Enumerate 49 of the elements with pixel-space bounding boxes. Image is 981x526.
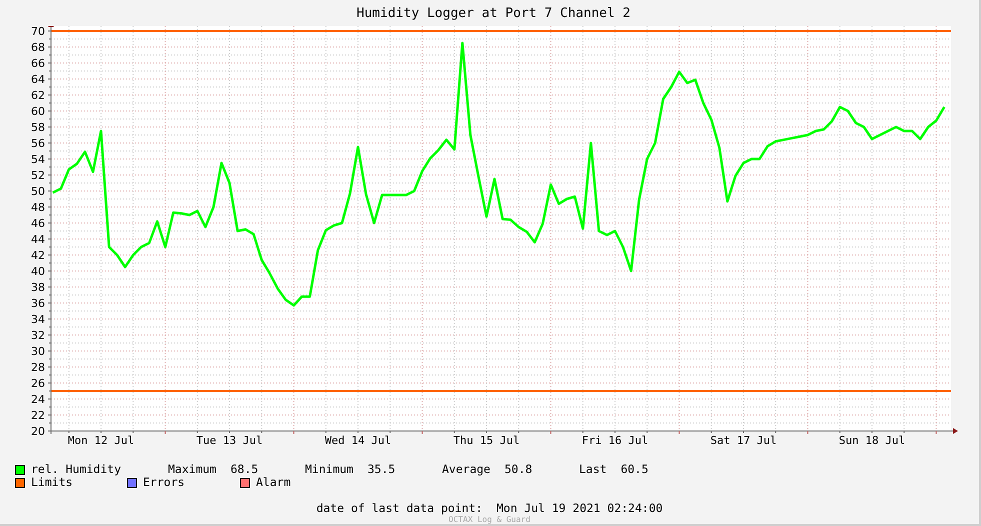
- stat-label: Average: [442, 463, 490, 476]
- tick-label: 32: [31, 329, 45, 342]
- tick-label: 68: [31, 41, 45, 54]
- tick-label: 70: [31, 26, 45, 38]
- tick-label: 66: [31, 57, 45, 70]
- tick-label: 26: [31, 377, 45, 390]
- tick-label: 48: [31, 201, 45, 214]
- tick-label: 62: [31, 89, 45, 102]
- tick-label: Sat 17 Jul: [710, 434, 777, 447]
- stat-value: 50.8: [504, 463, 532, 476]
- tick-label: 22: [31, 409, 45, 422]
- tick-label: 24: [31, 393, 45, 406]
- tick-label: 46: [31, 217, 45, 230]
- tick-label: 56: [31, 137, 45, 150]
- tick-label: 30: [31, 345, 45, 358]
- tick-label: Wed 14 Jul: [324, 434, 392, 447]
- legend-label: rel. Humidity: [31, 463, 122, 476]
- tick-label: 38: [31, 281, 45, 294]
- tick-label: 40: [31, 265, 45, 278]
- tick-label: 36: [31, 297, 45, 310]
- legend-label: Errors: [143, 476, 185, 489]
- last-data-value: Mon Jul 19 2021 02:24:00: [496, 501, 663, 515]
- tick-label: 54: [31, 153, 45, 166]
- chart-title: Humidity Logger at Port 7 Channel 2: [356, 6, 630, 20]
- stat-label: Last: [579, 463, 607, 476]
- tick-label: 50: [31, 185, 45, 198]
- legend-label: Limits: [31, 476, 73, 489]
- last-data-label: date of last data point:: [316, 501, 482, 515]
- tick-label: 52: [31, 169, 45, 182]
- tick-label: 28: [31, 361, 45, 374]
- tick-label: Thu 15 Jul: [453, 434, 520, 447]
- tick-label: 58: [31, 121, 45, 134]
- tick-label: 42: [31, 249, 45, 262]
- tick-label: 60: [31, 105, 45, 118]
- credit-text: OCTAX Log & Guard: [448, 515, 530, 524]
- stat-label: Maximum: [168, 463, 216, 476]
- tick-label: Tue 13 Jul: [196, 434, 263, 447]
- stat-value: 68.5: [230, 463, 258, 476]
- tick-label: Sun 18 Jul: [838, 434, 906, 447]
- tick-label: 44: [31, 233, 45, 246]
- tick-label: Fri 16 Jul: [582, 434, 648, 447]
- tick-label: 20: [31, 425, 45, 438]
- tick-label: 64: [31, 73, 45, 86]
- stat-value: 60.5: [620, 463, 648, 476]
- legend-label: Alarm: [256, 476, 291, 489]
- tick-label: Mon 12 Jul: [68, 434, 134, 447]
- stat-label: Minimum: [305, 463, 354, 476]
- stat-value: 35.5: [367, 463, 396, 476]
- tick-label: 34: [31, 313, 45, 326]
